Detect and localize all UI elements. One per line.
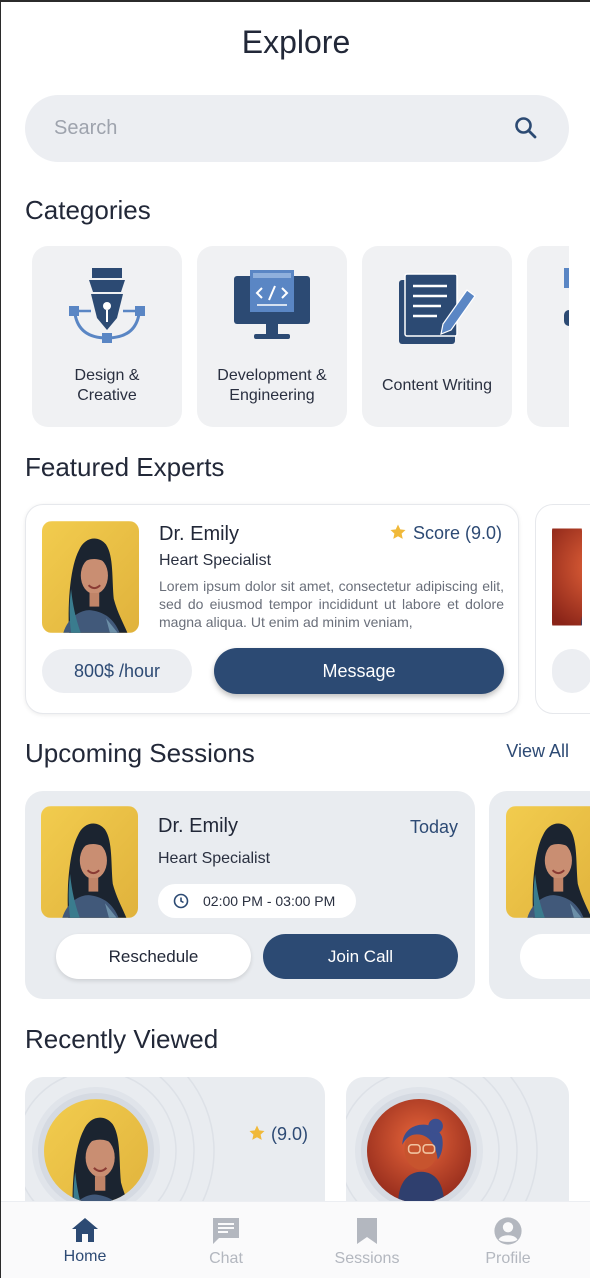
nav-label: Home bbox=[63, 1248, 107, 1265]
search-bar[interactable]: Search bbox=[25, 95, 569, 162]
category-label-line1: Design & bbox=[74, 367, 140, 384]
nav-label: Chat bbox=[209, 1250, 243, 1267]
reschedule-button[interactable] bbox=[520, 934, 590, 979]
upcoming-sessions-title: Upcoming Sessions bbox=[25, 738, 255, 768]
nav-sessions[interactable]: Sessions bbox=[312, 1216, 422, 1268]
join-call-button[interactable]: Join Call bbox=[263, 934, 458, 979]
document-pencil-icon bbox=[399, 273, 476, 344]
search-icon[interactable] bbox=[513, 115, 539, 141]
message-button[interactable]: Message bbox=[214, 648, 504, 694]
reschedule-button[interactable]: Reschedule bbox=[56, 934, 251, 979]
expert-name: Dr. Emily bbox=[159, 523, 239, 545]
hourly-rate-badge: 800$ /hour bbox=[42, 649, 192, 693]
expert-score: Score (9.0) bbox=[389, 523, 502, 544]
session-card[interactable]: Dr. Emily Heart Specialist Today 02:00 P… bbox=[25, 791, 475, 999]
featured-experts-title: Featured Experts bbox=[25, 452, 225, 482]
bottom-navigation: Home Chat Sessions Profile bbox=[1, 1201, 590, 1278]
featured-expert-card-next[interactable] bbox=[535, 504, 590, 714]
category-label-line2: Creative bbox=[77, 387, 137, 404]
marketing-icon bbox=[564, 268, 569, 326]
bookmark-icon bbox=[357, 1218, 377, 1244]
nav-profile[interactable]: Profile bbox=[453, 1216, 563, 1268]
explore-screen: Explore Search Categories Design & Creat… bbox=[1, 2, 590, 1278]
expert-specialty: Heart Specialist bbox=[159, 552, 272, 569]
session-photo bbox=[506, 806, 590, 918]
categories-list: Design & Creative Development & Engineer… bbox=[1, 246, 569, 428]
category-label-line1: M bbox=[505, 366, 569, 386]
clock-icon bbox=[173, 893, 189, 909]
view-all-link[interactable]: View All bbox=[506, 741, 569, 762]
nav-chat[interactable]: Chat bbox=[171, 1216, 281, 1268]
featured-expert-card[interactable]: Dr. Emily Heart Specialist Score (9.0) L… bbox=[25, 504, 519, 714]
recent-avatar bbox=[367, 1099, 471, 1203]
pen-tool-icon bbox=[69, 268, 145, 343]
recently-viewed-title: Recently Viewed bbox=[25, 1024, 219, 1054]
recent-rating-text: (9.0) bbox=[270, 1124, 308, 1144]
categories-title: Categories bbox=[25, 195, 151, 225]
recent-avatar bbox=[44, 1099, 148, 1203]
expert-bio: Lorem ipsum dolor sit amet, consectetur … bbox=[159, 578, 504, 630]
star-icon bbox=[249, 1125, 265, 1140]
expert-score-text: Score (9.0) bbox=[412, 523, 502, 543]
nav-label: Profile bbox=[485, 1250, 531, 1267]
chat-icon bbox=[213, 1218, 239, 1244]
page-title: Explore bbox=[241, 24, 351, 60]
session-photo bbox=[41, 806, 138, 918]
category-label-line1: Content Writing bbox=[382, 377, 492, 394]
nav-home[interactable]: Home bbox=[30, 1216, 140, 1266]
category-label-line2: Engineering bbox=[229, 387, 315, 404]
nav-label: Sessions bbox=[334, 1250, 400, 1267]
home-icon bbox=[72, 1218, 98, 1242]
session-time-badge: 02:00 PM - 03:00 PM bbox=[158, 884, 356, 918]
category-label-line1: Development & bbox=[217, 367, 327, 384]
session-name: Dr. Emily bbox=[158, 815, 238, 837]
star-icon bbox=[390, 524, 406, 539]
category-marketing[interactable]: M bbox=[527, 246, 569, 427]
search-input[interactable]: Search bbox=[54, 117, 117, 140]
session-card-next[interactable] bbox=[489, 791, 590, 999]
expert-photo bbox=[42, 521, 139, 633]
session-specialty: Heart Specialist bbox=[158, 850, 271, 867]
hourly-rate-badge bbox=[552, 649, 590, 693]
session-day: Today bbox=[409, 817, 458, 837]
session-time: 02:00 PM - 03:00 PM bbox=[203, 893, 336, 909]
category-content-writing[interactable]: Content Writing bbox=[362, 246, 512, 427]
profile-icon bbox=[494, 1217, 522, 1245]
category-design[interactable]: Design & Creative bbox=[32, 246, 182, 427]
expert-photo bbox=[552, 521, 582, 633]
category-development[interactable]: Development & Engineering bbox=[197, 246, 347, 427]
recent-rating: (9.0) bbox=[248, 1124, 308, 1145]
code-monitor-icon bbox=[234, 270, 310, 339]
